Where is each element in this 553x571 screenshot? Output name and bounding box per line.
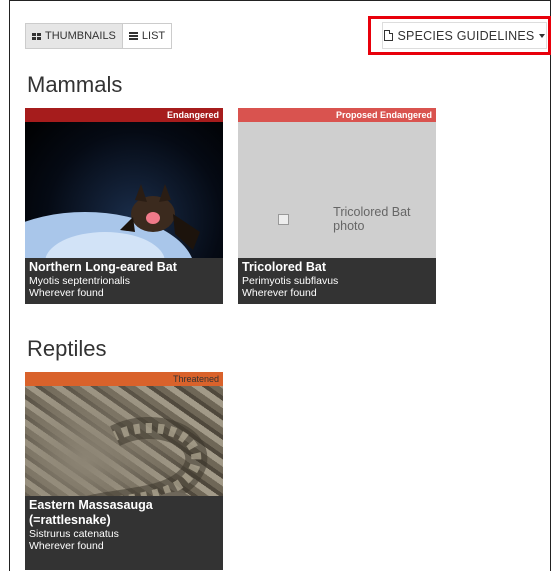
caret-down-icon [539,33,546,38]
common-name: Northern Long-eared Bat [29,260,177,274]
card-caption: Tricolored Bat Perimyotis subflavus Wher… [238,258,436,304]
species-guidelines-label: SPECIES GUIDELINES [397,28,535,43]
range-text: Wherever found [242,287,317,299]
species-photo [25,122,223,304]
broken-image-icon [278,213,290,225]
section-title-mammals: Mammals [27,72,123,97]
status-badge: Proposed Endangered [238,108,436,122]
common-name: Eastern Massasauga (=rattlesnake) [29,498,153,527]
photo-alt-text: Tricolored Bat photo [333,205,411,233]
bat-illustration [25,184,200,304]
species-guidelines-button[interactable]: SPECIES GUIDELINES [382,22,547,49]
range-text: Wherever found [29,287,104,299]
card-caption: Northern Long-eared Bat Myotis septentri… [25,258,223,304]
species-photo: Tricolored Bat photo [238,122,436,272]
section-title-reptiles: Reptiles [27,336,107,361]
thumbnails-label: THUMBNAILS [45,30,116,42]
scientific-name: Sistrurus catenatus [29,528,119,540]
list-view-button[interactable]: LIST [122,23,173,49]
pdf-file-icon [383,30,393,41]
range-text: Wherever found [29,540,104,552]
list-icon [128,32,138,40]
common-name: Tricolored Bat [242,260,327,274]
broken-image: Tricolored Bat photo [238,205,436,233]
card-caption: Eastern Massasauga (=rattlesnake) Sistru… [25,496,223,570]
list-label: LIST [141,30,166,42]
status-badge: Threatened [25,372,223,386]
status-badge: Endangered [25,108,223,122]
scientific-name: Myotis septentrionalis [29,275,130,287]
grid-icon [32,32,41,40]
species-card[interactable]: Proposed Endangered Tricolored Bat photo… [238,108,436,304]
scientific-name: Perimyotis subflavus [242,275,339,287]
species-card[interactable]: Endangered Northern Long-eared Bat Myoti… [25,108,223,304]
view-toggle: THUMBNAILS LIST [25,23,173,49]
thumbnails-view-button[interactable]: THUMBNAILS [25,23,123,49]
species-card[interactable]: Threatened Eastern Massasauga (=rattlesn… [25,372,223,570]
